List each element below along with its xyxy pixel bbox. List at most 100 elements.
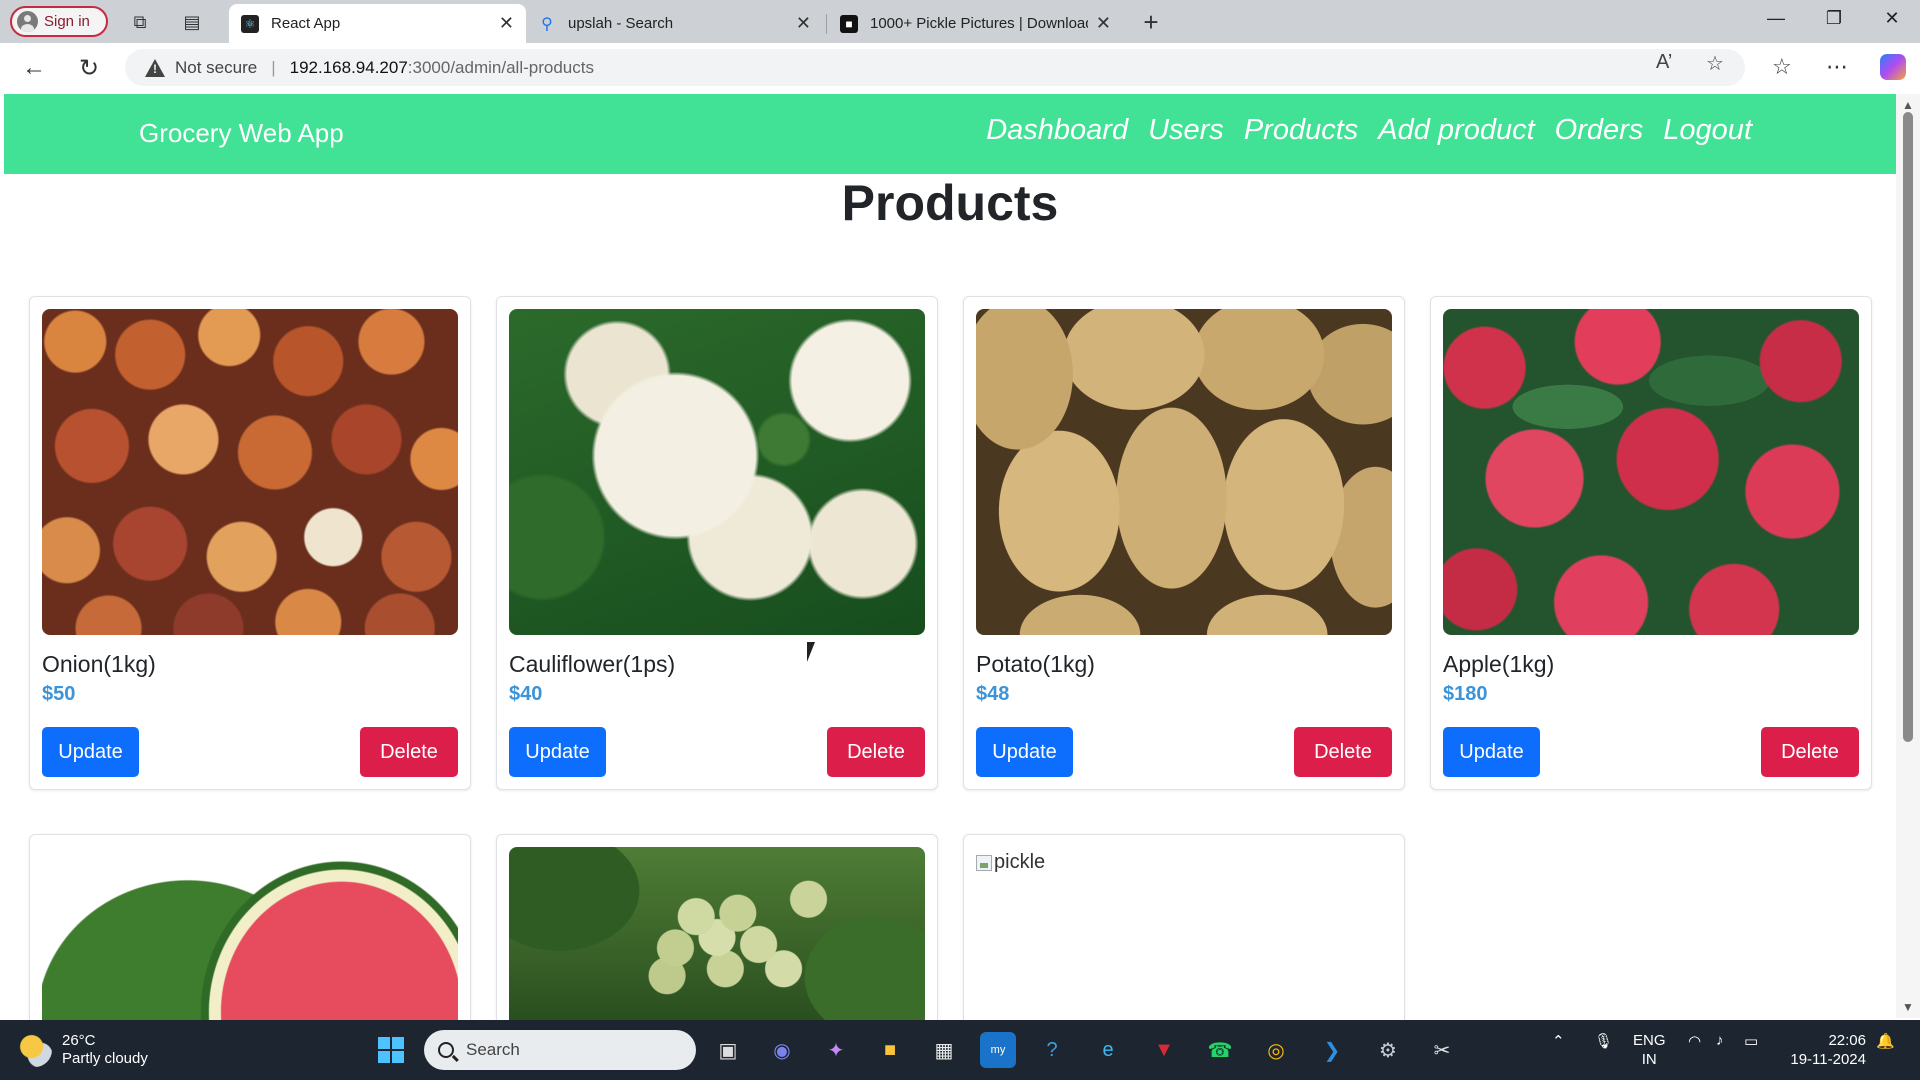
refresh-icon[interactable]: ↻ bbox=[74, 53, 104, 83]
close-tab-icon[interactable]: ✕ bbox=[499, 13, 514, 34]
nav-add-product[interactable]: Add product bbox=[1378, 114, 1534, 147]
scroll-up-arrow-icon[interactable]: ▲ bbox=[1902, 98, 1914, 112]
favorite-star-icon[interactable]: ☆ bbox=[1706, 51, 1724, 76]
product-image-pickle: pickle bbox=[976, 847, 1392, 1021]
nav-products[interactable]: Products bbox=[1244, 114, 1358, 147]
product-card: Onion(1kg) $50 Update Delete bbox=[29, 296, 471, 790]
more-menu-icon[interactable]: ⋯ bbox=[1826, 54, 1848, 80]
url-host: 192.168.94.207 bbox=[289, 57, 408, 77]
product-card: Apple(1kg) $180 Update Delete bbox=[1430, 296, 1872, 790]
product-image-onion bbox=[42, 309, 458, 635]
update-button[interactable]: Update bbox=[509, 727, 606, 777]
product-image-potato bbox=[976, 309, 1392, 635]
start-button[interactable] bbox=[373, 1032, 409, 1068]
product-image-cauliflower bbox=[509, 309, 925, 635]
update-button[interactable]: Update bbox=[42, 727, 139, 777]
update-button[interactable]: Update bbox=[976, 727, 1073, 777]
back-arrow-icon[interactable]: ← bbox=[19, 53, 49, 83]
snipping-tool-icon[interactable]: ✂ bbox=[1424, 1032, 1460, 1068]
copilot-app-icon[interactable]: ✦ bbox=[818, 1032, 854, 1068]
vscode-icon[interactable]: ❯ bbox=[1314, 1032, 1350, 1068]
tab-title: React App bbox=[271, 15, 341, 32]
nav-orders[interactable]: Orders bbox=[1555, 114, 1644, 147]
page-scrollbar[interactable]: ▲ ▼ bbox=[1896, 94, 1920, 1018]
product-image-watermelon bbox=[42, 847, 458, 1021]
edge-icon[interactable]: e bbox=[1090, 1032, 1126, 1068]
tab-search[interactable]: ⚲ upslah - Search ✕ bbox=[526, 4, 823, 43]
product-card bbox=[496, 834, 938, 1021]
chrome-icon[interactable]: ◎ bbox=[1258, 1032, 1294, 1068]
favorites-icon[interactable]: ☆ bbox=[1772, 54, 1792, 80]
help-icon[interactable]: ? bbox=[1034, 1032, 1070, 1068]
weather-widget[interactable]: 26°C Partly cloudy bbox=[18, 1032, 148, 1068]
mylip-app-icon[interactable]: my bbox=[980, 1032, 1016, 1068]
tab-divider bbox=[826, 14, 827, 34]
product-image-grapes bbox=[509, 847, 925, 1021]
task-view-icon[interactable]: ▣ bbox=[710, 1032, 746, 1068]
product-card: pickle bbox=[963, 834, 1405, 1021]
delete-button[interactable]: Delete bbox=[1294, 727, 1392, 777]
sign-in-label: Sign in bbox=[44, 13, 90, 30]
mcafee-icon[interactable]: ▼ bbox=[1146, 1032, 1182, 1068]
partly-cloudy-icon bbox=[18, 1033, 52, 1067]
nav-dashboard[interactable]: Dashboard bbox=[986, 114, 1128, 147]
delete-button[interactable]: Delete bbox=[827, 727, 925, 777]
copilot-icon[interactable] bbox=[1880, 54, 1906, 80]
search-icon bbox=[438, 1042, 454, 1058]
product-image-apple bbox=[1443, 309, 1859, 635]
show-hidden-icons[interactable]: ⌃ bbox=[1552, 1032, 1565, 1050]
minimize-icon[interactable]: — bbox=[1756, 8, 1796, 29]
workspaces-icon[interactable]: ⧉ bbox=[127, 9, 153, 35]
product-card: Potato(1kg) $48 Update Delete bbox=[963, 296, 1405, 790]
browser-tab-strip: Sign in ⧉ ▤ ⚛ React App ✕ ⚲ upslah - Sea… bbox=[0, 0, 1920, 43]
microphone-icon[interactable]: 🎙 bbox=[1594, 1032, 1613, 1050]
weather-temp: 26°C bbox=[62, 1032, 96, 1049]
windows-taskbar: 26°C Partly cloudy Search ▣ ◉ ✦ ■ ▦ my ?… bbox=[0, 1020, 1920, 1080]
language-indicator[interactable]: ENG IN bbox=[1633, 1031, 1666, 1069]
warning-icon bbox=[145, 58, 165, 77]
search-icon: ⚲ bbox=[541, 15, 553, 33]
app-brand[interactable]: Grocery Web App bbox=[139, 118, 344, 149]
microsoft-store-icon[interactable]: ▦ bbox=[926, 1032, 962, 1068]
nav-logout[interactable]: Logout bbox=[1663, 114, 1752, 147]
read-aloud-icon[interactable]: A’ bbox=[1656, 51, 1672, 74]
settings-gear-icon[interactable]: ⚙ bbox=[1370, 1032, 1406, 1068]
restore-icon[interactable]: ❐ bbox=[1814, 8, 1854, 29]
close-window-icon[interactable]: ✕ bbox=[1872, 8, 1912, 29]
volume-icon[interactable]: ♪ bbox=[1716, 1032, 1724, 1049]
delete-button[interactable]: Delete bbox=[360, 727, 458, 777]
url-field[interactable]: Not secure | 192.168.94.207:3000/admin/a… bbox=[125, 49, 1745, 86]
tab-actions-icon[interactable]: ▤ bbox=[179, 9, 205, 35]
delete-button[interactable]: Delete bbox=[1761, 727, 1859, 777]
update-button[interactable]: Update bbox=[1443, 727, 1540, 777]
security-label: Not secure bbox=[175, 57, 258, 77]
product-card bbox=[29, 834, 471, 1021]
file-explorer-icon[interactable]: ■ bbox=[872, 1032, 908, 1068]
broken-image-icon bbox=[976, 854, 992, 871]
new-tab-icon[interactable]: + bbox=[1138, 7, 1164, 37]
weather-desc: Partly cloudy bbox=[62, 1050, 148, 1067]
tab-pickle-pictures[interactable]: ■ 1000+ Pickle Pictures | Download ✕ bbox=[828, 4, 1123, 43]
close-tab-icon[interactable]: ✕ bbox=[1096, 13, 1111, 34]
product-price: $180 bbox=[1443, 683, 1488, 705]
taskbar-search[interactable]: Search bbox=[424, 1030, 696, 1070]
system-clock[interactable]: 22:06 19-11-2024 bbox=[1782, 1031, 1866, 1069]
clock-time: 22:06 bbox=[1828, 1032, 1866, 1049]
scroll-down-arrow-icon[interactable]: ▼ bbox=[1902, 1000, 1914, 1014]
windows-logo-icon bbox=[378, 1037, 404, 1063]
close-tab-icon[interactable]: ✕ bbox=[796, 13, 811, 34]
teams-icon[interactable]: ◉ bbox=[764, 1032, 800, 1068]
product-card: Cauliflower(1ps) $40 Update Delete bbox=[496, 296, 938, 790]
whatsapp-icon[interactable]: ☎ bbox=[1202, 1032, 1238, 1068]
battery-icon[interactable]: ▭ bbox=[1744, 1032, 1758, 1050]
mouse-cursor-icon bbox=[807, 642, 815, 662]
notifications-bell-icon[interactable]: 🔔 bbox=[1876, 1032, 1895, 1050]
url-path: :3000/admin/all-products bbox=[407, 57, 594, 77]
profile-sign-in-button[interactable]: Sign in bbox=[10, 6, 108, 37]
product-name: Apple(1kg) bbox=[1443, 651, 1555, 677]
tab-react-app[interactable]: ⚛ React App ✕ bbox=[229, 4, 526, 43]
react-icon: ⚛ bbox=[241, 14, 259, 33]
scroll-thumb[interactable] bbox=[1903, 112, 1913, 742]
nav-users[interactable]: Users bbox=[1148, 114, 1224, 147]
wifi-icon[interactable]: ◠ bbox=[1688, 1032, 1701, 1050]
